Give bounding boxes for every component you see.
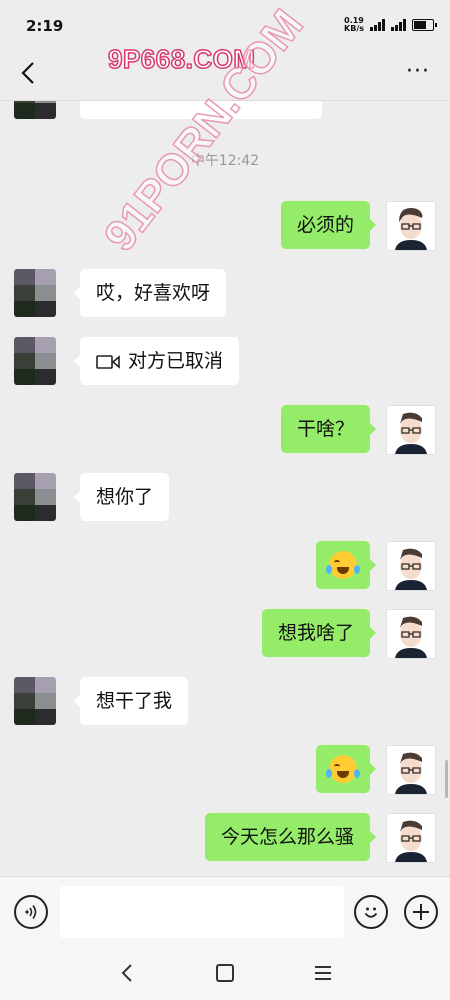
peer-avatar[interactable] [14,269,56,317]
network-speed: 0.19 KB/s [344,17,364,33]
time-stamp: 中午12:42 [190,153,260,169]
peer-avatar[interactable] [14,337,56,385]
emoji-bubble[interactable] [316,745,376,793]
peer-avatar[interactable] [14,677,56,725]
plus-icon [413,904,429,920]
video-call-bubble[interactable]: 对方已取消 [73,337,240,385]
peer-avatar[interactable] [14,101,56,119]
emoji-bubble[interactable] [316,541,376,589]
voice-input-button[interactable] [14,895,48,929]
message-bubble[interactable]: 想你了 [73,473,170,521]
more-options-button[interactable]: ··· [406,60,430,84]
avatar-cartoon-icon [387,406,435,454]
message-input[interactable] [60,886,344,938]
chevron-left-icon [21,62,34,84]
status-bar: 2:19 0.19 KB/s [0,0,450,48]
my-avatar[interactable] [386,541,436,591]
voice-icon [25,905,37,919]
status-icons: 0.19 KB/s [344,17,437,33]
system-navigation-bar [0,946,450,1000]
message-bubble[interactable]: 今天怎么那么骚 [204,813,377,861]
my-avatar[interactable] [386,813,436,863]
battery-icon [412,19,437,31]
system-home-button[interactable] [216,964,234,982]
video-camera-icon [96,354,120,369]
scrollbar-thumb[interactable] [445,760,448,798]
avatar-cartoon-icon [387,814,435,862]
laughing-crying-emoji-icon [326,754,360,783]
video-call-label: 对方已取消 [128,350,224,372]
avatar-cartoon-icon [387,542,435,590]
my-avatar[interactable] [386,201,436,251]
my-avatar[interactable] [386,745,436,795]
more-functions-button[interactable] [404,895,438,929]
signal-icon-2 [391,19,406,31]
my-avatar[interactable] [386,609,436,659]
avatar-cartoon-icon [387,610,435,658]
message-bubble[interactable]: 想我啥了 [261,609,377,657]
message-input-bar [0,876,450,947]
my-avatar[interactable] [386,405,436,455]
message-bubble[interactable]: 干啥？ [280,405,377,453]
message-bubble[interactable]: 哎，好喜欢呀 [73,269,227,317]
signal-icon [370,19,385,31]
back-button[interactable] [14,58,44,88]
system-menu-icon[interactable] [313,964,333,982]
chat-message-list[interactable]: 中午12:42 必须的 哎，好喜欢呀 对方已取消 干啥？ 想你了 想我啥了 想干… [0,101,450,876]
avatar-cartoon-icon [387,746,435,794]
message-bubble[interactable]: 必须的 [280,201,377,249]
message-bubble[interactable]: 想干了我 [73,677,189,725]
smiley-icon [364,907,378,918]
emoji-button[interactable] [354,895,388,929]
network-speed-unit: KB/s [344,24,364,33]
system-back-icon[interactable] [120,963,134,983]
status-time: 2:19 [26,17,64,35]
laughing-crying-emoji-icon [326,550,360,579]
peer-avatar[interactable] [14,473,56,521]
avatar-cartoon-icon [387,202,435,250]
